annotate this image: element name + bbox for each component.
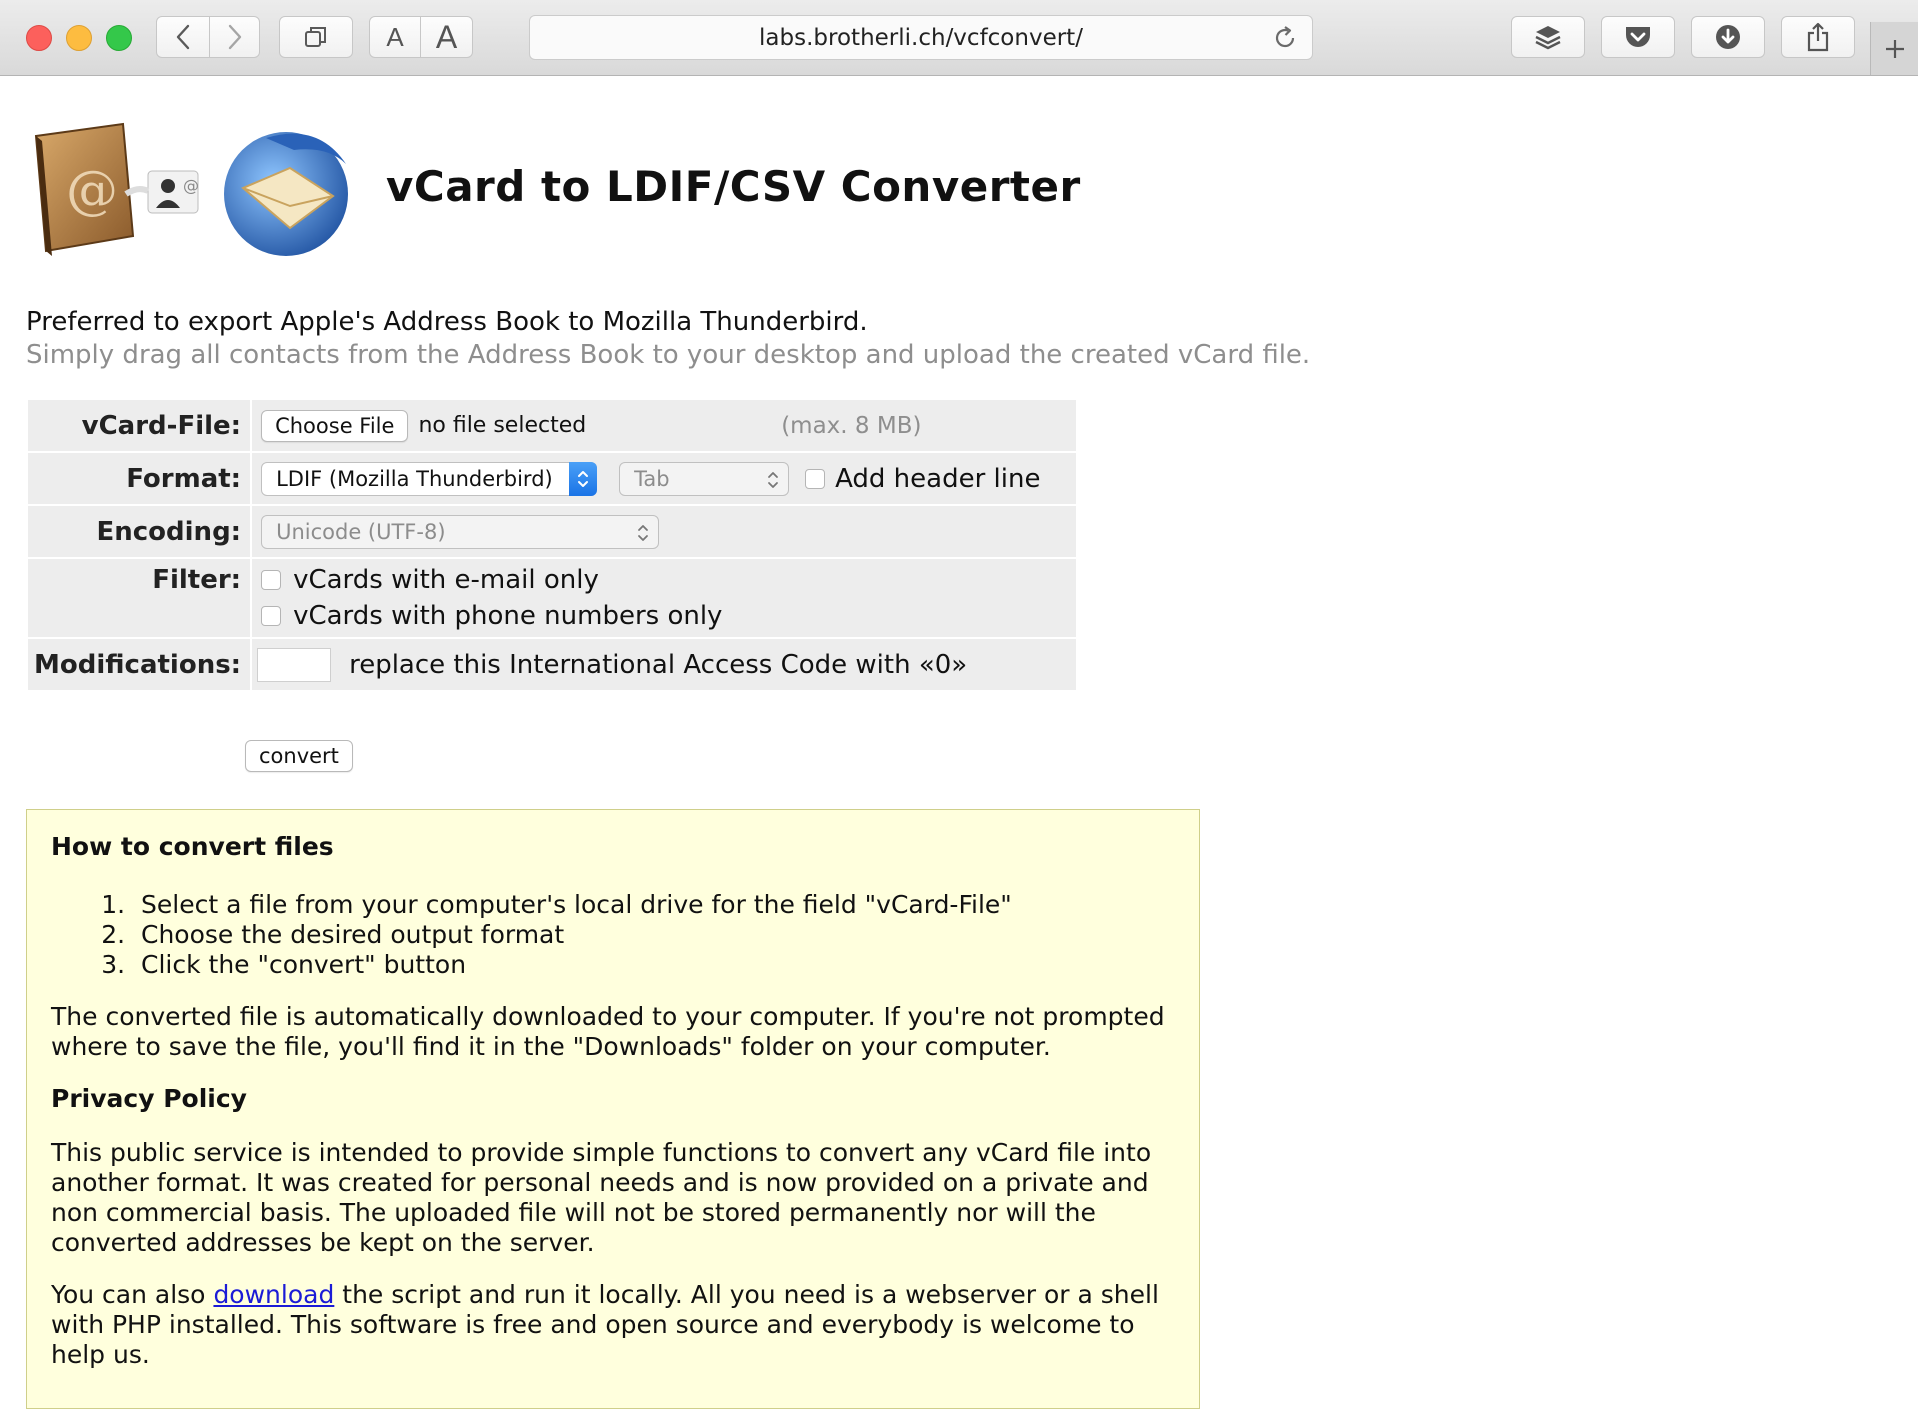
font-large-label: A xyxy=(435,18,458,55)
close-window-button[interactable] xyxy=(26,25,52,51)
tabs-icon xyxy=(305,27,326,47)
reload-icon[interactable] xyxy=(1272,25,1298,51)
privacy-title: Privacy Policy xyxy=(51,1084,247,1113)
forward-button[interactable] xyxy=(210,16,260,58)
format-select[interactable]: LDIF (Mozilla Thunderbird) xyxy=(261,461,598,496)
filter-email-checkbox[interactable] xyxy=(261,570,282,590)
chevron-updown-icon xyxy=(569,461,598,496)
share-button[interactable] xyxy=(1781,16,1855,58)
layers-icon xyxy=(1535,26,1561,50)
modifications-label: Modifications: xyxy=(28,639,251,690)
filter-phone-label: vCards with phone numbers only xyxy=(293,601,723,631)
address-book-thunderbird-logo: @ @ xyxy=(34,122,348,256)
choose-file-button[interactable]: Choose File xyxy=(261,409,409,442)
access-code-input[interactable] xyxy=(257,647,332,682)
add-header-checkbox[interactable] xyxy=(805,468,826,489)
max-size-note: (max. 8 MB) xyxy=(781,412,922,439)
local-install-prefix: You can also xyxy=(51,1280,206,1309)
minimize-window-button[interactable] xyxy=(66,25,92,51)
filter-email-label: vCards with e-mail only xyxy=(293,565,599,595)
increase-font-button[interactable]: A xyxy=(421,16,473,58)
new-tab-button[interactable] xyxy=(1870,22,1918,75)
chevron-updown-icon xyxy=(768,471,778,488)
intro-line-2: Simply drag all contacts from the Addres… xyxy=(26,340,1311,370)
page-title: vCard to LDIF/CSV Converter xyxy=(386,162,1081,211)
vcard-file-label: vCard-File: xyxy=(28,400,251,451)
no-file-text: no file selected xyxy=(418,413,587,438)
separator-select[interactable]: Tab xyxy=(619,461,790,496)
download-note: The converted file is automatically down… xyxy=(51,1002,1165,1061)
list-item: Select a file from your computer's local… xyxy=(133,890,1175,920)
howto-title: How to convert files xyxy=(51,832,334,861)
forward-icon xyxy=(228,24,241,50)
download-link[interactable]: download xyxy=(213,1280,334,1309)
list-item: Choose the desired output format xyxy=(133,920,1175,950)
encoding-label: Encoding: xyxy=(28,506,251,557)
pocket-button[interactable] xyxy=(1601,16,1675,58)
format-selected-value: LDIF (Mozilla Thunderbird) xyxy=(276,466,553,491)
share-icon xyxy=(1807,22,1829,52)
encoding-selected-value: Unicode (UTF-8) xyxy=(276,519,446,544)
filter-label: Filter: xyxy=(28,559,251,637)
font-small-label: A xyxy=(386,21,404,52)
converter-form: vCard-File: Choose File no file selected… xyxy=(26,398,1078,692)
back-button[interactable] xyxy=(156,16,210,58)
downloads-button[interactable] xyxy=(1691,16,1765,58)
svg-text:@: @ xyxy=(183,176,199,195)
browser-toolbar: A A labs.brotherli.ch/vcfconvert/ xyxy=(0,0,1918,76)
url-text[interactable]: labs.brotherli.ch/vcfconvert/ xyxy=(530,25,1312,51)
format-label: Format: xyxy=(28,453,251,504)
list-item: Click the "convert" button xyxy=(133,950,1175,980)
encoding-select[interactable]: Unicode (UTF-8) xyxy=(261,514,660,549)
modifications-text: replace this International Access Code w… xyxy=(349,649,968,680)
plus-icon xyxy=(1886,39,1904,58)
convert-button[interactable]: convert xyxy=(245,740,353,772)
address-bar[interactable]: labs.brotherli.ch/vcfconvert/ xyxy=(529,15,1313,60)
filter-phone-checkbox[interactable] xyxy=(261,606,282,626)
reading-list-button[interactable] xyxy=(1511,16,1585,58)
chevron-updown-icon xyxy=(638,524,648,541)
privacy-text: This public service is intended to provi… xyxy=(51,1138,1152,1257)
show-tabs-button[interactable] xyxy=(279,16,353,58)
info-box: How to convert files Select a file from … xyxy=(26,809,1200,1409)
back-icon xyxy=(176,24,190,50)
local-install-text: You can also download the script and run… xyxy=(51,1280,1175,1370)
intro-line-1: Preferred to export Apple's Address Book… xyxy=(26,307,868,337)
zoom-window-button[interactable] xyxy=(106,25,132,51)
add-header-label: Add header line xyxy=(835,463,1041,494)
separator-selected-value: Tab xyxy=(634,466,670,491)
pocket-icon xyxy=(1626,27,1650,47)
howto-steps: Select a file from your computer's local… xyxy=(51,890,1175,980)
decrease-font-button[interactable]: A xyxy=(369,16,421,58)
intro-text: Preferred to export Apple's Address Book… xyxy=(26,306,1310,372)
svg-text:@: @ xyxy=(66,161,118,221)
download-icon xyxy=(1716,25,1740,49)
